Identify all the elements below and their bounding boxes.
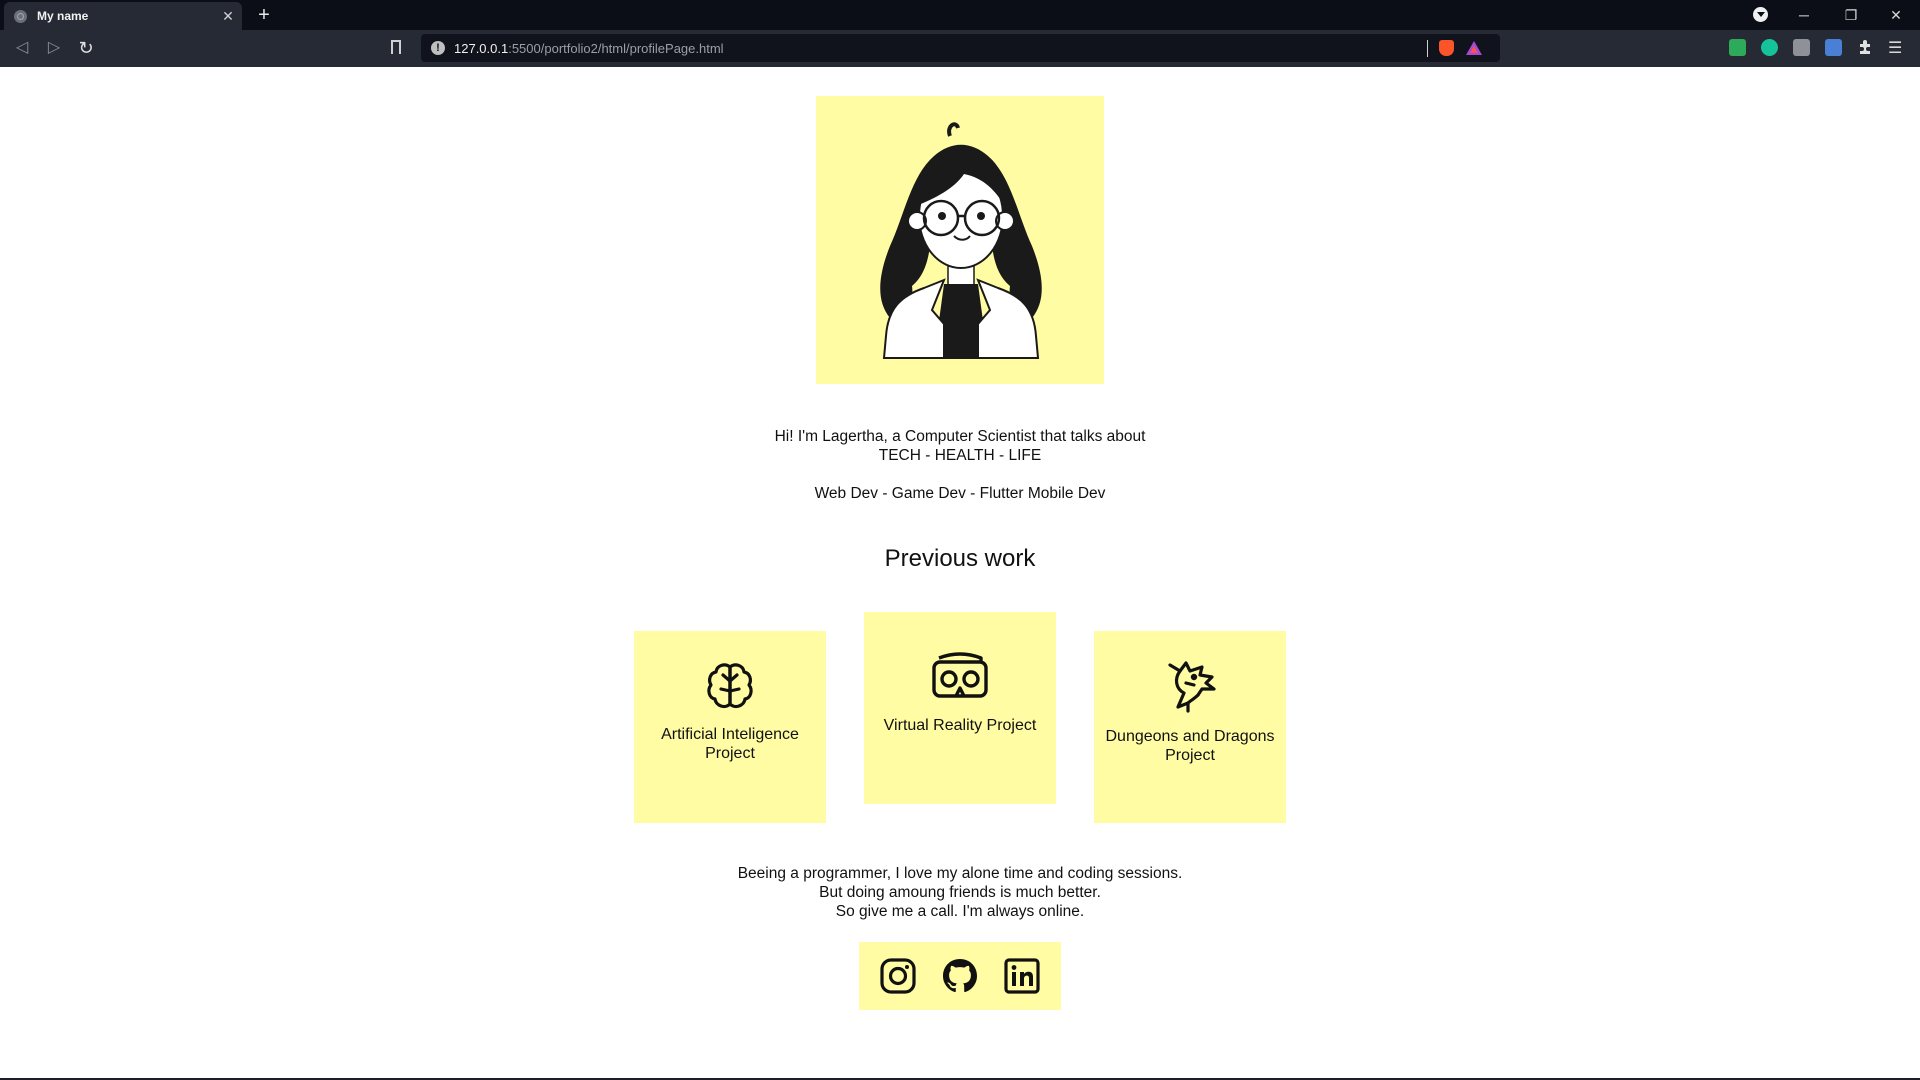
avatar xyxy=(816,96,1104,384)
tab-title: My name xyxy=(37,9,89,23)
browser-menu-button[interactable]: ☰ xyxy=(1888,38,1902,58)
intro-line-1: Hi! I'm Lagertha, a Computer Scientist t… xyxy=(774,428,1146,445)
project-card-dnd[interactable]: Dungeons and Dragons Project xyxy=(1094,631,1286,823)
linkedin-icon[interactable] xyxy=(1003,957,1041,995)
project-card-ai[interactable]: Artificial Inteligence Project xyxy=(634,631,826,823)
brain-icon xyxy=(707,663,753,709)
intro-topics: TECH - HEALTH - LIFE xyxy=(878,447,1042,464)
project-label: Virtual Reality Project xyxy=(883,717,1037,734)
translate-icon[interactable] xyxy=(1825,39,1842,56)
dragon-icon xyxy=(1168,661,1216,713)
contact-line-2: But doing amoung friends is much better. xyxy=(819,884,1101,901)
extension-shield-icon[interactable] xyxy=(1729,39,1746,56)
url-path: :5500/portfolio2/html/profilePage.html xyxy=(508,41,724,56)
restore-button[interactable]: ❐ xyxy=(1829,0,1873,30)
browser-tab-bar: My name ✕ + ─ ❐ ✕ xyxy=(0,0,1920,30)
reload-button[interactable]: ↻ xyxy=(74,36,98,60)
contact-line-3: So give me a call. I'm always online. xyxy=(835,903,1085,920)
browser-tab[interactable]: My name ✕ xyxy=(4,2,242,30)
globe-icon xyxy=(14,9,27,23)
project-label: Artificial Inteligence Project xyxy=(661,726,799,762)
bookmark-icon[interactable] xyxy=(391,40,401,55)
intro-text: Hi! I'm Lagertha, a Computer Scientist t… xyxy=(0,427,1920,503)
back-button[interactable]: ◁ xyxy=(10,36,34,60)
social-links xyxy=(859,942,1061,1010)
profile-menu-icon[interactable] xyxy=(1753,7,1768,22)
contact-text: Beeing a programmer, I love my alone tim… xyxy=(0,864,1920,921)
girl-with-glasses-avatar-icon xyxy=(880,122,1042,359)
intro-skills: Web Dev - Game Dev - Flutter Mobile Dev xyxy=(814,485,1106,502)
vr-headset-icon xyxy=(932,652,988,698)
extension-reader-icon[interactable] xyxy=(1793,39,1810,56)
new-tab-button[interactable]: + xyxy=(253,4,275,26)
address-bar[interactable]: ! 127.0.0.1:5500/portfolio2/html/profile… xyxy=(421,34,1500,62)
site-info-icon[interactable]: ! xyxy=(431,41,445,55)
url-separator xyxy=(1427,40,1428,57)
page-content: Hi! I'm Lagertha, a Computer Scientist t… xyxy=(0,67,1920,1078)
grammarly-icon[interactable] xyxy=(1761,39,1778,56)
contact-line-1: Beeing a programmer, I love my alone tim… xyxy=(737,865,1183,882)
minimize-button[interactable]: ─ xyxy=(1782,0,1826,30)
browser-toolbar: ◁ ▷ ↻ ! 127.0.0.1:5500/portfolio2/html/p… xyxy=(0,30,1920,67)
url-host: 127.0.0.1 xyxy=(454,41,509,56)
extensions-puzzle-icon[interactable] xyxy=(1857,39,1874,56)
url-text[interactable]: 127.0.0.1:5500/portfolio2/html/profilePa… xyxy=(454,41,724,56)
github-icon[interactable] xyxy=(941,957,979,995)
forward-button[interactable]: ▷ xyxy=(42,36,66,60)
project-label: Dungeons and Dragons Project xyxy=(1105,728,1275,764)
previous-work-title: Previous work xyxy=(884,545,1036,572)
project-card-vr[interactable]: Virtual Reality Project xyxy=(864,612,1056,804)
brave-shields-icon[interactable] xyxy=(1439,40,1454,56)
close-window-button[interactable]: ✕ xyxy=(1874,0,1918,30)
tab-close-button[interactable]: ✕ xyxy=(218,8,238,25)
instagram-icon[interactable] xyxy=(879,957,917,995)
brave-rewards-icon[interactable] xyxy=(1466,41,1482,55)
